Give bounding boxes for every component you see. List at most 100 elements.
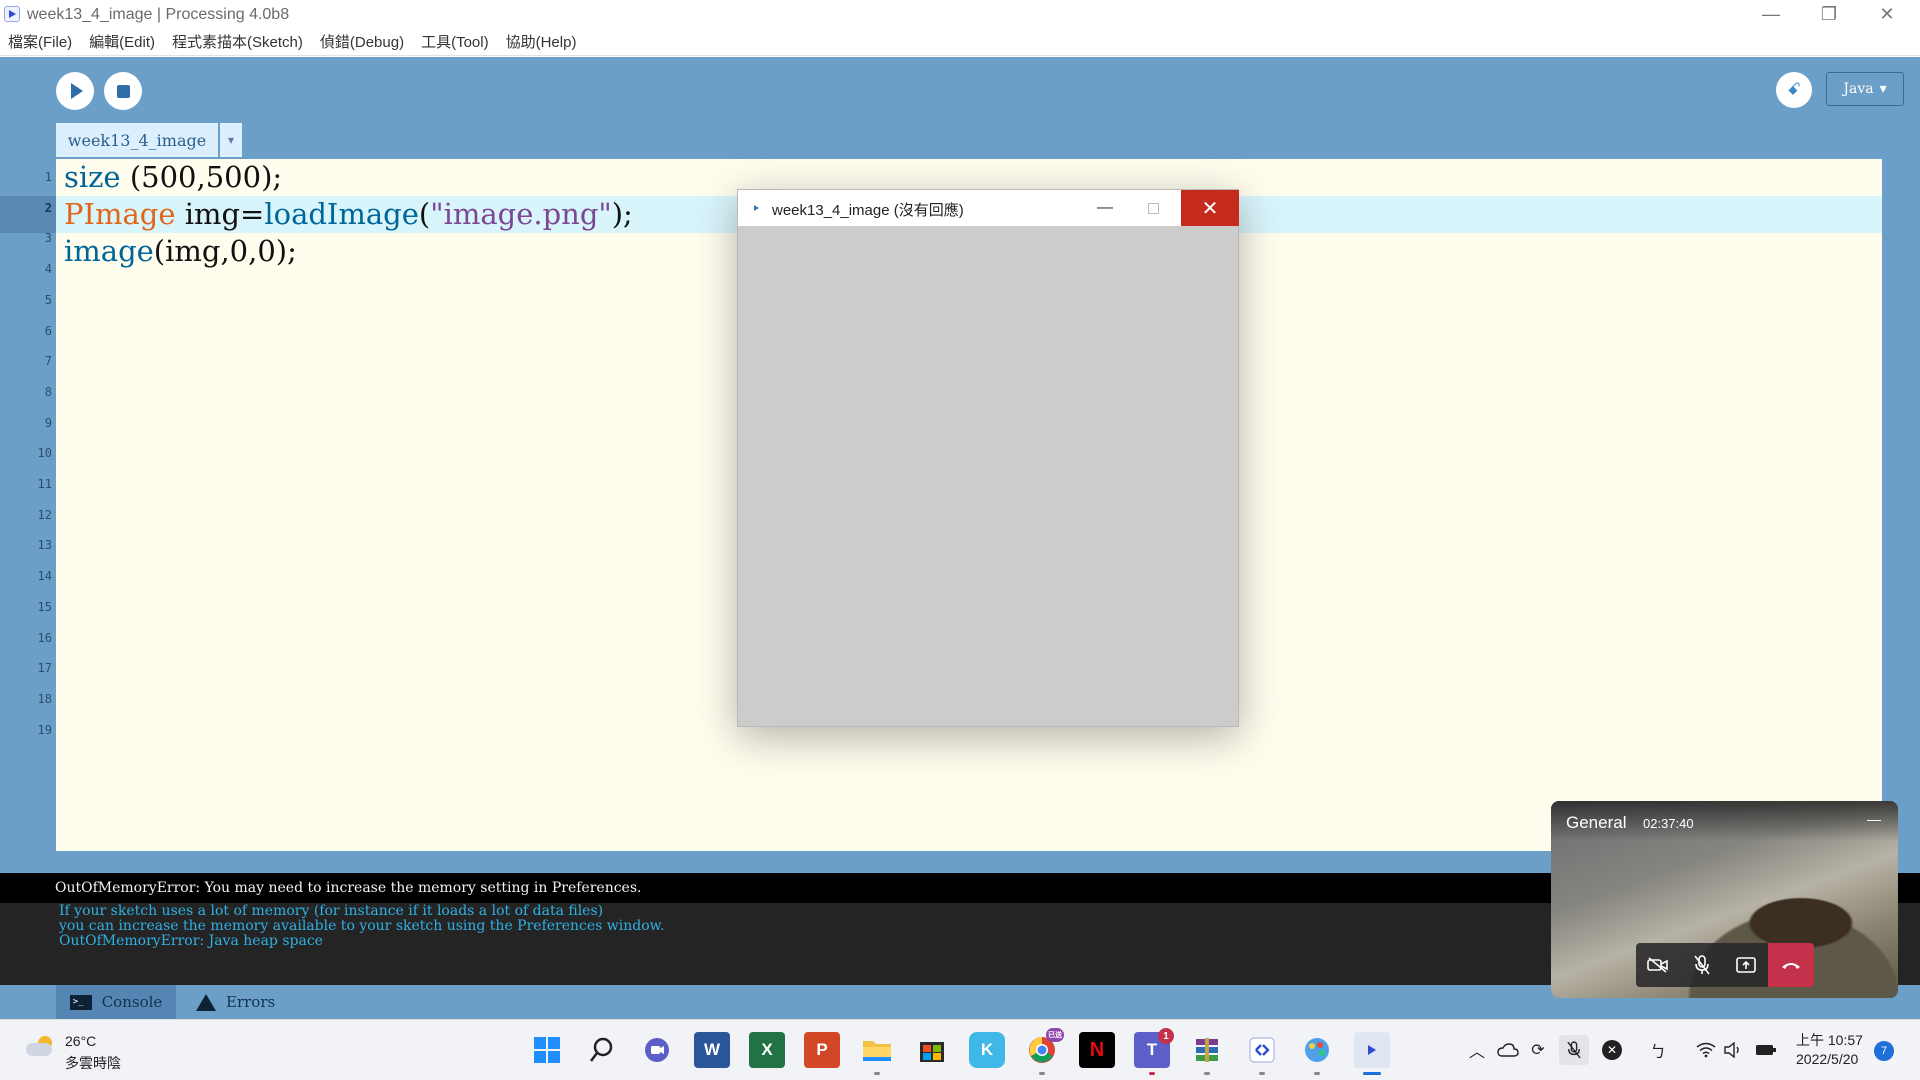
stop-icon [116, 84, 130, 98]
ime-tray[interactable]: ㄅ [1646, 1038, 1670, 1062]
code-line-3: image(img,0,0); [64, 233, 297, 270]
phone-hangup-icon [1782, 963, 1800, 969]
run-button[interactable] [56, 72, 94, 110]
sync-tray[interactable]: ⟳ [1526, 1038, 1550, 1062]
debug-button[interactable]: ꗃ [1776, 72, 1812, 108]
share-screen-button[interactable] [1724, 943, 1768, 987]
k-app-icon: K [980, 1040, 994, 1059]
menu-help[interactable]: 協助(Help) [506, 31, 577, 52]
mute-button[interactable] [1680, 943, 1724, 987]
menu-bar: 檔案(File) 編輯(Edit) 程式素描本(Sketch) 偵錯(Debug… [0, 28, 1920, 56]
editor-scrollbar[interactable] [1882, 159, 1902, 851]
tab-errors[interactable]: Errors [196, 985, 275, 1019]
paint-button[interactable] [1299, 1032, 1335, 1068]
sketch-taskbar-button[interactable] [1354, 1032, 1390, 1068]
netflix-button[interactable]: N [1079, 1032, 1115, 1068]
teams-call-window[interactable]: General 02:37:40 — [1551, 801, 1898, 998]
volume-icon [1724, 1042, 1739, 1058]
close-button[interactable]: ✕ [1858, 0, 1916, 28]
mic-off-icon [1694, 955, 1710, 975]
minimize-button[interactable]: — [1742, 0, 1800, 28]
powerpoint-button[interactable]: P [804, 1032, 840, 1068]
line-number: 3 [44, 231, 52, 246]
winrar-button[interactable] [1189, 1032, 1225, 1068]
tab-console[interactable]: >_ Console [56, 985, 176, 1019]
battery-tray[interactable] [1754, 1038, 1778, 1062]
warning-icon [196, 993, 216, 1011]
sketch-title-bar[interactable]: week13_4_image (沒有回應) — ✕ [738, 190, 1239, 226]
sketch-canvas[interactable] [738, 226, 1238, 726]
weather-temperature[interactable]: 26°C [65, 1033, 96, 1049]
line-number: 11 [37, 477, 52, 491]
notification-badge[interactable]: 7 [1874, 1041, 1894, 1061]
paint-icon [1305, 1038, 1329, 1062]
tab-week13-4-image[interactable]: week13_4_image [56, 123, 218, 157]
token-loadimage: loadImage [264, 197, 419, 231]
close-circle-icon: ✕ [1602, 1040, 1622, 1060]
sketch-minimize-button[interactable]: — [1081, 190, 1129, 226]
menu-sketch[interactable]: 程式素描本(Sketch) [172, 31, 303, 52]
kodi-like-button[interactable]: K [969, 1032, 1005, 1068]
menu-debug[interactable]: 偵錯(Debug) [320, 31, 404, 52]
winrar-icon [1196, 1038, 1218, 1062]
taskbar: 26°C 多雲時陰 W X P K 已送 N T 1 ︿ ⟳ ✕ ㄅ 上午 10… [0, 1019, 1920, 1080]
search-button[interactable] [584, 1032, 620, 1068]
token-size: size [64, 160, 121, 194]
token-args: (500,500); [120, 160, 283, 194]
running-indicator [1204, 1072, 1210, 1075]
ime-icon: ㄅ [1649, 1044, 1666, 1061]
clock-date[interactable]: 2022/5/20 [1796, 1051, 1858, 1067]
line-number: 10 [37, 446, 52, 461]
store-icon [920, 1042, 944, 1062]
stop-button[interactable] [104, 72, 142, 110]
menu-file[interactable]: 檔案(File) [8, 31, 72, 52]
mic-mute-tray[interactable] [1559, 1035, 1589, 1065]
line-number: 16 [37, 630, 52, 645]
line-number: 8 [44, 384, 52, 399]
restore-button[interactable]: ❐ [1800, 0, 1858, 28]
onedrive-tray[interactable] [1496, 1038, 1520, 1062]
chrome-button[interactable]: 已送 [1024, 1028, 1064, 1068]
hang-up-button[interactable] [1768, 943, 1814, 987]
processing-icon [1249, 1037, 1275, 1063]
sketch-close-button[interactable]: ✕ [1181, 190, 1239, 226]
camera-off-button[interactable] [1636, 943, 1680, 987]
start-button[interactable] [529, 1032, 565, 1068]
running-indicator [1149, 1072, 1155, 1075]
powerpoint-icon: P [816, 1040, 828, 1059]
tray-overflow-button[interactable]: ︿ [1465, 1038, 1489, 1062]
cloud-icon [1497, 1043, 1519, 1057]
code-line-1: size (500,500); [64, 159, 282, 196]
code-line-2: PImage img=loadImage("image.png"); [64, 196, 633, 233]
file-explorer-button[interactable] [859, 1032, 895, 1068]
volume-tray[interactable] [1721, 1038, 1745, 1062]
weather-condition[interactable]: 多雲時陰 [65, 1053, 121, 1073]
word-icon: W [703, 1040, 721, 1059]
teams-button[interactable]: T 1 [1134, 1028, 1174, 1068]
line-number-gutter: 1 2 3 4 5 6 7 8 9 10 11 12 13 14 15 16 17 18 19 [0, 159, 56, 912]
store-button[interactable] [914, 1032, 950, 1068]
console-line: If your sketch uses a lot of memory (for… [59, 903, 604, 919]
menu-edit[interactable]: 編輯(Edit) [89, 31, 155, 52]
chat-button[interactable] [639, 1032, 675, 1068]
teams-badge: 1 [1158, 1028, 1174, 1044]
menu-tool[interactable]: 工具(Tool) [421, 31, 489, 52]
weather-icon[interactable] [26, 1036, 54, 1058]
line-number: 17 [37, 661, 52, 676]
excel-icon: X [761, 1040, 773, 1059]
wifi-tray[interactable] [1694, 1038, 1718, 1062]
processing-taskbar-button[interactable] [1244, 1032, 1280, 1068]
close-circle-tray[interactable]: ✕ [1600, 1038, 1624, 1062]
tab-menu-button[interactable]: ▾ [220, 123, 242, 157]
excel-button[interactable]: X [749, 1032, 785, 1068]
clock-time[interactable]: 上午 10:57 [1796, 1030, 1863, 1050]
tab-errors-label: Errors [226, 993, 276, 1011]
mode-label: Java [1843, 81, 1874, 97]
call-controls [1636, 943, 1814, 987]
call-minimize-button[interactable]: — [1867, 811, 1881, 827]
mode-selector[interactable]: Java ▾ [1826, 72, 1904, 106]
word-button[interactable]: W [694, 1032, 730, 1068]
line-number: 2 [44, 200, 52, 215]
debug-icon: ꗃ [1787, 80, 1801, 99]
chevron-up-icon: ︿ [1468, 1044, 1485, 1061]
